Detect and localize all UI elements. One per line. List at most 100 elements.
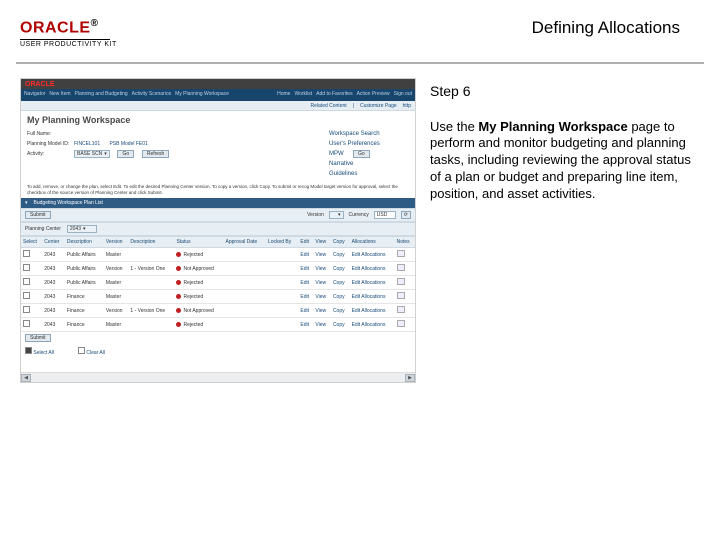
http-link[interactable]: http (403, 103, 411, 109)
customize-link[interactable]: Customize Page (360, 103, 397, 109)
col-select: Select (21, 237, 42, 248)
version-select[interactable]: ▾ (329, 211, 344, 219)
nav-action[interactable]: Action Preview (357, 91, 390, 99)
link-user-pref[interactable]: User's Preferences (329, 141, 380, 147)
view-link[interactable]: View (315, 322, 326, 328)
checkbox-icon[interactable] (25, 347, 32, 354)
link-narrative[interactable]: Narrative (329, 161, 353, 167)
cell-center: 2043 (42, 262, 65, 276)
go-button[interactable]: Go (117, 150, 134, 158)
notes-icon[interactable] (397, 278, 405, 285)
edit-link[interactable]: Edit (300, 294, 309, 300)
workspace-title: My Planning Workspace (21, 111, 415, 127)
scroll-right-icon[interactable]: ▶ (405, 374, 415, 382)
edit-link[interactable]: Edit (300, 252, 309, 258)
view-link[interactable]: View (315, 308, 326, 314)
go-icon-button[interactable]: Go (353, 150, 370, 158)
currency-label: Currency (349, 212, 369, 218)
notes-icon[interactable] (397, 264, 405, 271)
alloc-link[interactable]: Edit Allocations (352, 280, 386, 286)
nav-item[interactable]: Navigator (24, 91, 45, 99)
nav-fav[interactable]: Add to Favorites (316, 91, 352, 99)
row-checkbox[interactable] (23, 320, 30, 327)
row-checkbox[interactable] (23, 250, 30, 257)
brand-logo: ORACLE (20, 19, 91, 36)
refresh-button[interactable]: Refresh (142, 150, 170, 158)
clear-all[interactable]: Clear All (86, 350, 105, 356)
notes-icon[interactable] (397, 306, 405, 313)
row-checkbox[interactable] (23, 306, 30, 313)
cell-desc: Finance (65, 318, 104, 332)
nav-home[interactable]: Home (277, 91, 290, 99)
alloc-link[interactable]: Edit Allocations (352, 266, 386, 272)
link-guidelines[interactable]: Guidelines (329, 171, 357, 177)
submit-button-2[interactable]: Submit (25, 334, 51, 342)
col-view: View (313, 237, 331, 248)
edit-link[interactable]: Edit (300, 280, 309, 286)
cell-status: Not Approved (174, 304, 223, 318)
nav-item[interactable]: Planning and Budgeting (75, 91, 128, 99)
copy-link[interactable]: Copy (333, 280, 345, 286)
checkbox-icon[interactable] (78, 347, 85, 354)
collapse-icon[interactable]: ▾ (25, 200, 28, 206)
col-notes: Notes (395, 237, 415, 248)
field-extra: PSB Model FE01 (109, 141, 147, 147)
cell-status: Not Approved (174, 262, 223, 276)
cell-center: 2043 (42, 290, 65, 304)
row-checkbox[interactable] (23, 292, 30, 299)
scroll-left-icon[interactable]: ◀ (21, 374, 31, 382)
nav-worklist[interactable]: Worklist (294, 91, 312, 99)
status-dot-icon (176, 322, 181, 327)
horizontal-scrollbar[interactable]: ◀ ▶ (21, 372, 415, 382)
copy-link[interactable]: Copy (333, 266, 345, 272)
activity-select[interactable]: BASE SCN▾ (74, 150, 110, 158)
copy-link[interactable]: Copy (333, 252, 345, 258)
row-checkbox[interactable] (23, 278, 30, 285)
currency-input[interactable]: USD (374, 211, 396, 219)
cell-center: 2043 (42, 304, 65, 318)
status-dot-icon (176, 280, 181, 285)
copy-link[interactable]: Copy (333, 294, 345, 300)
logo-block: ORACLE® USER PRODUCTIVITY KIT (20, 18, 117, 48)
row-checkbox[interactable] (23, 264, 30, 271)
view-link[interactable]: View (315, 280, 326, 286)
nav-signout[interactable]: Sign out (394, 91, 412, 99)
app-logo: ORACLE (25, 81, 55, 88)
alloc-link[interactable]: Edit Allocations (352, 252, 386, 258)
view-link[interactable]: View (315, 252, 326, 258)
nav-item[interactable]: Activity Scenarios (132, 91, 171, 99)
select-all[interactable]: Select All (33, 350, 54, 356)
table-row: 2043FinanceVersion1 - Version OneNot App… (21, 304, 415, 318)
notes-icon[interactable] (397, 320, 405, 327)
edit-link[interactable]: Edit (300, 308, 309, 314)
page-title: Defining Allocations (532, 18, 700, 38)
view-link[interactable]: View (315, 266, 326, 272)
copy-link[interactable]: Copy (333, 308, 345, 314)
col-version: Version (104, 237, 129, 248)
notes-icon[interactable] (397, 292, 405, 299)
related-link[interactable]: Related Content (311, 103, 347, 109)
nav-item[interactable]: My Planning Workspace (175, 91, 229, 99)
refresh-icon[interactable]: ⟳ (401, 211, 411, 219)
alloc-link[interactable]: Edit Allocations (352, 308, 386, 314)
nav-item[interactable]: New Item (49, 91, 70, 99)
link-ws-search[interactable]: Workspace Search (329, 131, 380, 137)
submit-button[interactable]: Submit (25, 211, 51, 219)
edit-link[interactable]: Edit (300, 266, 309, 272)
brand-subtitle: USER PRODUCTIVITY KIT (20, 41, 117, 48)
copy-link[interactable]: Copy (333, 322, 345, 328)
alloc-link[interactable]: Edit Allocations (352, 294, 386, 300)
cell-version-desc (128, 318, 174, 332)
notes-icon[interactable] (397, 250, 405, 257)
filter-bar: Submit Version ▾ Currency USD ⟳ (21, 208, 415, 222)
pc-select[interactable]: 2043▾ (67, 225, 97, 233)
link-mpw[interactable]: MPW (329, 151, 344, 157)
instruction-panel: Step 6 Use the My Planning Workspace pag… (430, 78, 704, 383)
alloc-link[interactable]: Edit Allocations (352, 322, 386, 328)
cell-status: Rejected (174, 290, 223, 304)
edit-link[interactable]: Edit (300, 322, 309, 328)
view-link[interactable]: View (315, 294, 326, 300)
cell-version-desc: 1 - Version One (128, 262, 174, 276)
field-label: Planning Model ID: (27, 141, 71, 147)
cell-desc: Finance (65, 290, 104, 304)
